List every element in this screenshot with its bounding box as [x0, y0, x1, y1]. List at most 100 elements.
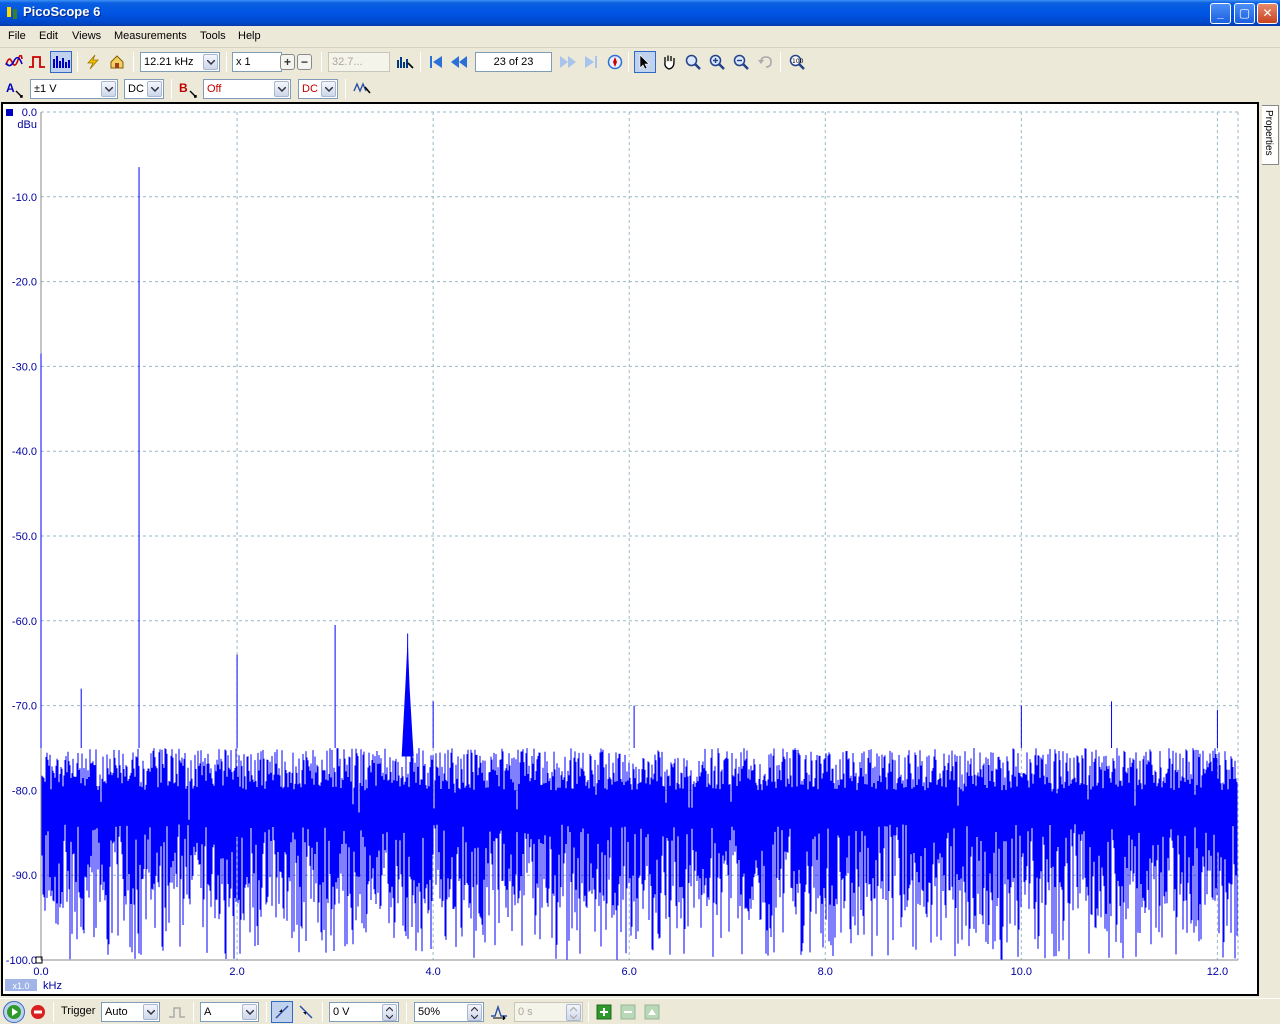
chevron-down-icon[interactable] — [242, 1004, 257, 1020]
spectrum-plot[interactable]: 0.0 -10.0 -20.0 -30.0 -40.0 -50.0 -60.0 -70.0 -8… — [3, 104, 1257, 994]
channel-b-coupling-select[interactable]: DC — [298, 79, 338, 99]
spinner-icon[interactable] — [382, 1004, 397, 1021]
auto-setup-button[interactable] — [82, 51, 104, 73]
properties-tab[interactable]: Properties — [1262, 105, 1279, 165]
menu-file[interactable]: File — [8, 30, 26, 42]
maximize-button[interactable]: ▢ — [1234, 3, 1255, 24]
zoom-in-button[interactable] — [706, 51, 728, 73]
rising-edge-button[interactable] — [271, 1001, 293, 1023]
buffer-overview-button[interactable] — [604, 51, 626, 73]
channel-b-label[interactable]: B — [179, 81, 188, 95]
spectrum-view[interactable]: 0.0 -10.0 -20.0 -30.0 -40.0 -50.0 -60.0 -70.0 -8… — [1, 102, 1259, 996]
chevron-down-icon[interactable] — [321, 81, 336, 97]
channel-a-options-icon[interactable] — [15, 90, 23, 98]
channel-a-range: ±1 V — [34, 83, 57, 95]
signal-generator-button[interactable] — [351, 77, 373, 99]
x-zoom-label: x1.0 — [12, 981, 29, 991]
post-trigger-delay-button[interactable] — [488, 1001, 510, 1023]
pre-trigger-field[interactable]: 50% — [414, 1002, 484, 1022]
pointer-arrow-icon — [639, 54, 650, 70]
add-icon — [596, 1004, 612, 1020]
menu-help[interactable]: Help — [238, 30, 261, 42]
chevron-down-icon[interactable] — [147, 81, 162, 97]
y-tick-label: -10.0 — [12, 192, 37, 204]
chevron-down-icon[interactable] — [274, 81, 289, 97]
y-tick-label: -80.0 — [12, 785, 37, 797]
zoom-to-fit-button[interactable]: 100 — [786, 51, 808, 73]
zoom-in-icon — [709, 54, 725, 70]
previous-buffer-button[interactable] — [448, 51, 470, 73]
trigger-delay-field[interactable]: 0 s — [514, 1002, 583, 1022]
advanced-trigger-button[interactable] — [166, 1001, 188, 1023]
delete-measurement-button[interactable] — [641, 1001, 663, 1023]
samples-field[interactable]: 32.7... — [328, 52, 390, 72]
menu-tools[interactable]: Tools — [200, 30, 226, 42]
spinner-icon[interactable] — [566, 1004, 581, 1021]
spinner-icon[interactable] — [467, 1004, 482, 1021]
zoom-out-icon — [733, 54, 749, 70]
rewind-icon — [451, 56, 467, 68]
next-buffer-button[interactable] — [557, 51, 579, 73]
channel-a-coupling-select[interactable]: DC — [124, 79, 164, 99]
close-button[interactable]: ✕ — [1257, 3, 1278, 24]
play-icon — [7, 1005, 21, 1019]
home-icon — [110, 55, 124, 69]
separator — [266, 1002, 267, 1022]
stop-button[interactable] — [27, 1001, 49, 1023]
zoom-value: x 1 — [236, 56, 251, 68]
scope-mode-button[interactable] — [3, 51, 25, 73]
first-buffer-button[interactable] — [425, 51, 447, 73]
chevron-down-icon[interactable] — [143, 1004, 158, 1020]
default-setup-button[interactable] — [106, 51, 128, 73]
undo-zoom-button[interactable] — [754, 51, 776, 73]
chevron-down-icon[interactable] — [203, 54, 218, 70]
zoom-tool-button[interactable] — [682, 51, 704, 73]
properties-tab-label: Properties — [1263, 110, 1274, 156]
x-axis-unit-label: kHz — [43, 980, 62, 992]
y-tick-label: -30.0 — [12, 361, 37, 373]
channel-b-coupling: DC — [302, 83, 318, 95]
hand-tool-button[interactable] — [658, 51, 680, 73]
zoom-increase-button[interactable]: + — [280, 54, 295, 70]
separator — [77, 52, 78, 72]
spectrum-mode-button[interactable] — [50, 51, 72, 73]
select-tool-button[interactable] — [634, 51, 656, 73]
channel-b-options-icon[interactable] — [189, 90, 197, 98]
persistence-mode-button[interactable] — [26, 51, 48, 73]
add-measurement-button[interactable] — [593, 1001, 615, 1023]
menu-measurements[interactable]: Measurements — [114, 30, 187, 42]
x-tick-label: 12.0 — [1207, 966, 1228, 978]
start-button[interactable] — [3, 1001, 25, 1023]
y-tick-label: -70.0 — [12, 701, 37, 713]
channel-a-label[interactable]: A — [6, 81, 15, 95]
menu-views[interactable]: Views — [72, 30, 101, 42]
pre-trigger: 50% — [418, 1006, 441, 1018]
separator — [780, 52, 781, 72]
trigger-threshold: 0 V — [333, 1006, 350, 1018]
y-axis-unit-label: dBu — [17, 119, 37, 131]
stop-icon — [31, 1005, 45, 1019]
spectrum-options-button[interactable] — [394, 51, 416, 73]
channel-b-range: Off — [207, 83, 222, 95]
window-title: PicoScope 6 — [23, 4, 101, 19]
channel-b-range-select[interactable]: Off — [203, 79, 291, 99]
trigger-threshold-field[interactable]: 0 V — [329, 1002, 399, 1022]
timebase-select[interactable]: 12.21 kHz — [140, 52, 220, 72]
minimize-button[interactable]: _ — [1210, 3, 1231, 24]
falling-edge-icon — [299, 1005, 313, 1019]
zoom-out-button[interactable] — [730, 51, 752, 73]
separator — [322, 1002, 323, 1022]
trigger-mode-select[interactable]: Auto — [101, 1002, 160, 1022]
trigger-source-select[interactable]: A — [200, 1002, 259, 1022]
separator — [53, 1002, 54, 1022]
edit-measurement-button[interactable] — [617, 1001, 639, 1023]
zoom-decrease-button[interactable]: − — [297, 54, 312, 70]
channel-a-range-select[interactable]: ±1 V — [30, 79, 118, 99]
spectrum-options-icon — [397, 57, 414, 69]
chevron-down-icon[interactable] — [101, 81, 116, 97]
menu-edit[interactable]: Edit — [39, 30, 58, 42]
last-buffer-button[interactable] — [580, 51, 602, 73]
buffer-navigator-field[interactable]: 23 of 23 — [475, 52, 552, 72]
zoom-field[interactable]: x 1 — [232, 52, 282, 72]
falling-edge-button[interactable] — [295, 1001, 317, 1023]
